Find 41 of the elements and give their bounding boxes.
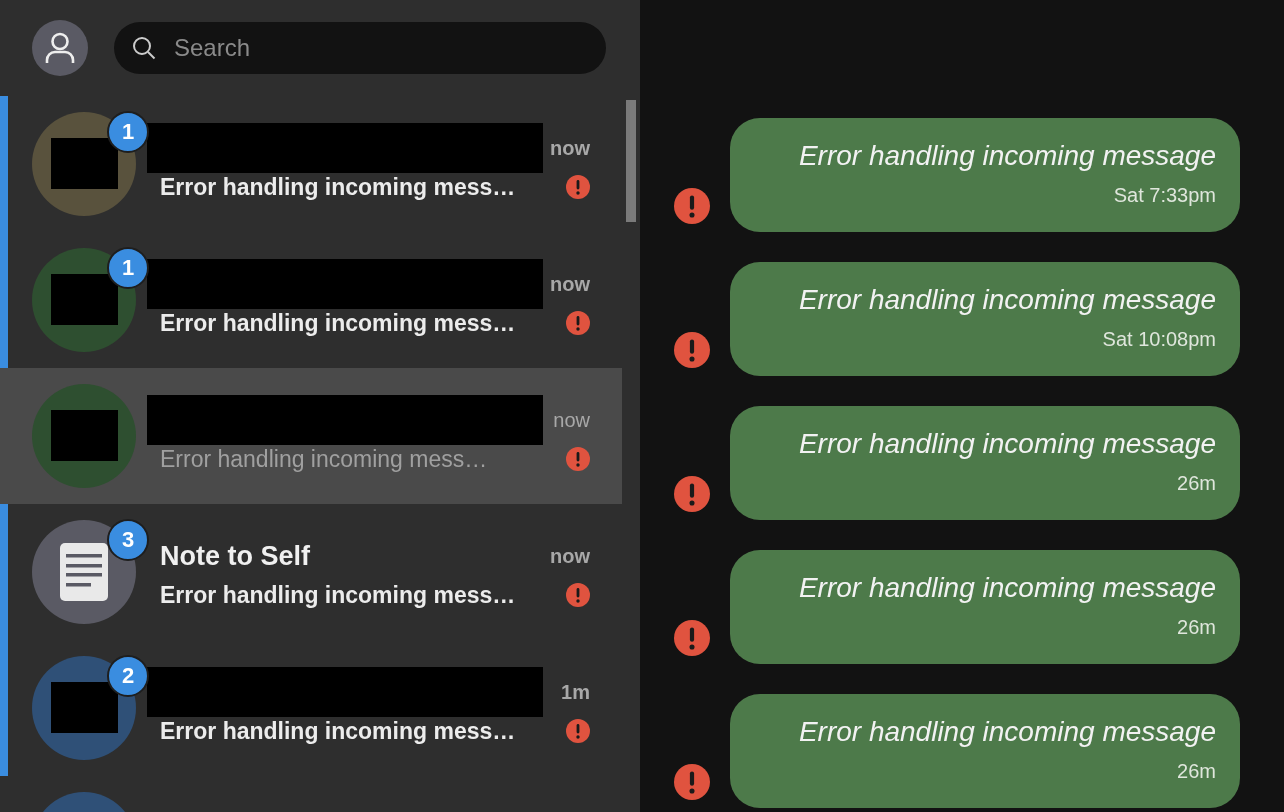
unread-badge: 1	[107, 247, 149, 289]
conversation-item[interactable]: 2 1m Error handling incoming mess…	[0, 640, 622, 776]
message-preview: Error handling incoming mess…	[160, 717, 516, 745]
timestamp: now	[550, 136, 590, 160]
timestamp: now	[550, 544, 590, 568]
message-text: Error handling incoming message	[798, 140, 1216, 172]
conversation-item[interactable]: now Error handling incoming mess…	[0, 368, 622, 504]
message-preview: Error handling incoming mess…	[160, 445, 488, 473]
redacted-avatar	[51, 410, 118, 461]
search-input[interactable]: Search	[172, 33, 576, 63]
message-preview: Error handling incoming mess…	[160, 173, 516, 201]
conversation-item[interactable]: 1 now Error handling incoming mess…	[0, 96, 622, 232]
unread-badge: 1	[107, 111, 149, 153]
unread-badge: 2	[107, 655, 149, 697]
unread-badge: 3	[107, 519, 149, 561]
message-text: Error handling incoming message	[798, 716, 1216, 748]
message-time: Sat 10:08pm	[1102, 328, 1216, 351]
message-text: Error handling incoming message	[798, 572, 1216, 604]
message-text: Error handling incoming message	[798, 428, 1216, 460]
person-icon	[45, 32, 75, 64]
redacted-avatar	[51, 682, 118, 733]
timestamp: now	[550, 272, 590, 296]
message-text: Error handling incoming message	[798, 284, 1216, 316]
conversation-item[interactable]: 1 now Error handling incoming mess…	[0, 232, 622, 368]
message-time: 26m	[1177, 760, 1216, 783]
conversation-item[interactable]: 3 Note to Self now Error handling incoming mess…	[0, 504, 622, 640]
message-preview: Error handling incoming mess…	[160, 581, 516, 609]
scrollbar-thumb[interactable]	[626, 100, 636, 222]
message-time: Sat 7:33pm	[1113, 184, 1216, 207]
timestamp: 1m	[561, 680, 590, 704]
redacted-avatar	[51, 274, 118, 325]
conversation-name: Note to Self	[160, 540, 310, 572]
search-field[interactable]: Search	[114, 22, 606, 74]
message-time: 26m	[1177, 616, 1216, 639]
message-preview: Error handling incoming mess…	[160, 309, 516, 337]
search-icon	[132, 36, 156, 60]
message-time: 26m	[1177, 472, 1216, 495]
note-icon	[60, 543, 108, 601]
timestamp: now	[553, 408, 590, 432]
redacted-avatar	[51, 138, 118, 189]
profile-avatar[interactable]	[32, 20, 88, 76]
